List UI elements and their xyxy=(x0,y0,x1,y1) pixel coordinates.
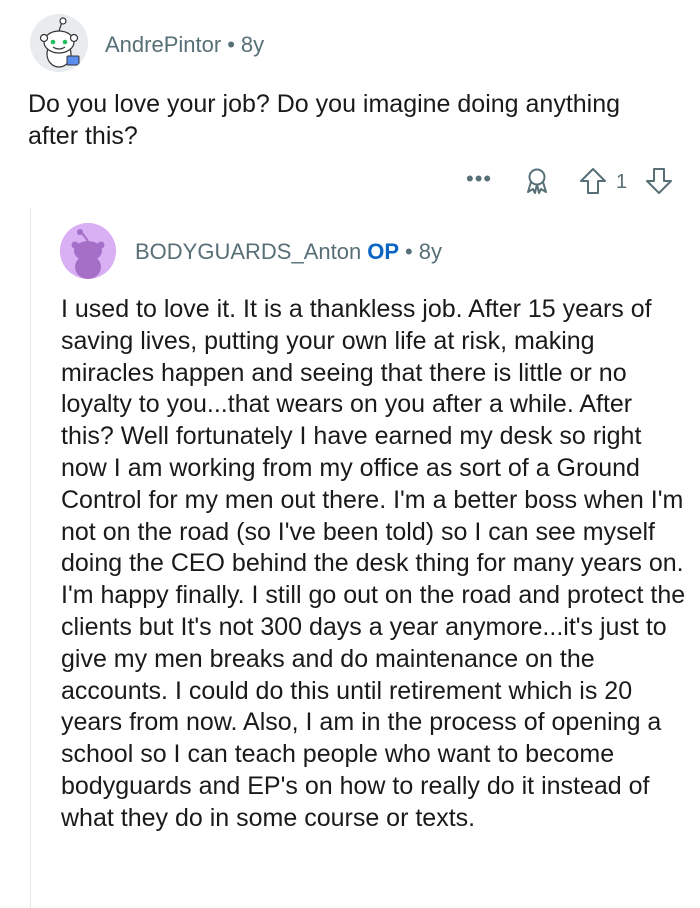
snoo-avatar-icon xyxy=(30,14,88,72)
award-icon[interactable] xyxy=(522,166,552,201)
thread-line[interactable] xyxy=(30,208,31,908)
comment-actions: ••• 1 xyxy=(460,162,680,202)
comment-author-line: BODYGUARDS_Anton OP • 8y xyxy=(135,239,442,265)
username-link[interactable]: AndrePintor xyxy=(105,32,221,57)
comment-age: 8y xyxy=(418,239,442,264)
separator-dot: • xyxy=(227,32,235,57)
avatar[interactable] xyxy=(60,223,116,279)
ellipsis-icon[interactable]: ••• xyxy=(466,166,492,192)
upvote-arrow-icon[interactable] xyxy=(578,166,608,201)
op-badge: OP xyxy=(367,239,399,264)
downvote-arrow-icon[interactable] xyxy=(644,166,674,201)
separator-dot: • xyxy=(405,239,413,264)
snoo-avatar-icon xyxy=(60,223,116,279)
comment-author-line: AndrePintor • 8y xyxy=(105,32,264,58)
comment-body: I used to love it. It is a thankless job… xyxy=(61,295,686,832)
vote-count: 1 xyxy=(616,171,628,193)
comment-body: Do you love your job? Do you imagine doi… xyxy=(28,90,621,150)
username-link[interactable]: BODYGUARDS_Anton xyxy=(135,239,361,264)
comment-age: 8y xyxy=(240,32,265,57)
avatar[interactable] xyxy=(30,14,88,72)
